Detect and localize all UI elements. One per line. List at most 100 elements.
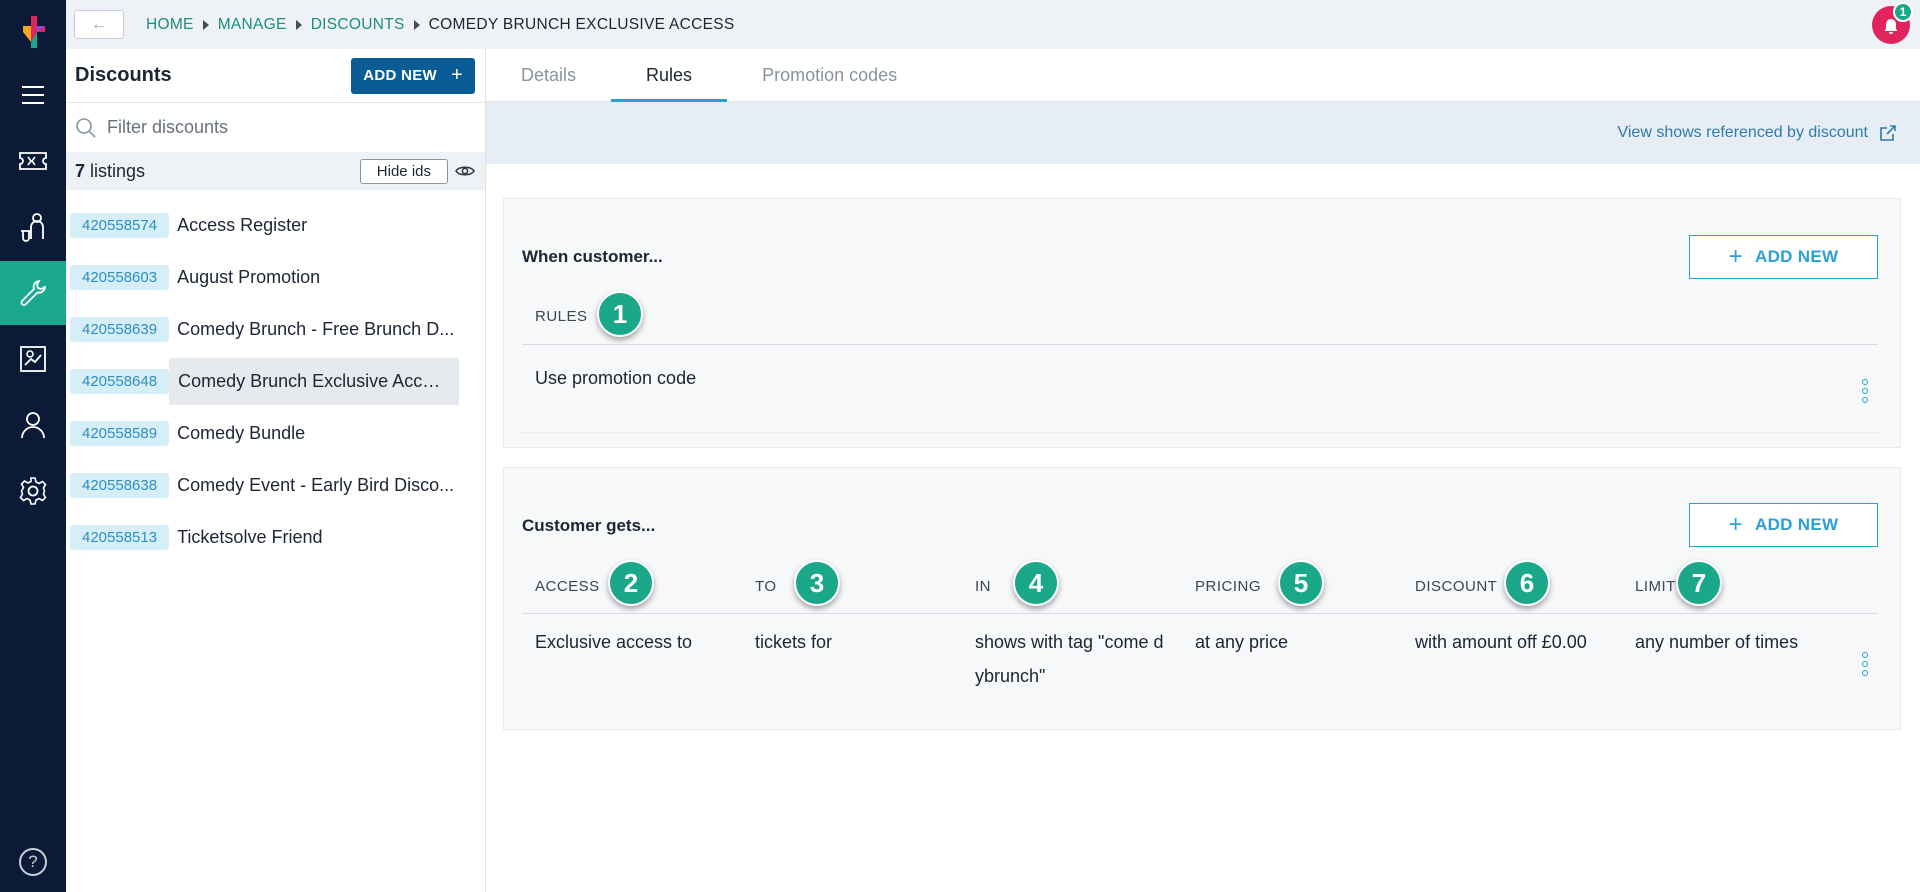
pricing-value: at any price bbox=[1195, 632, 1289, 652]
id-tag: 420558603 bbox=[70, 264, 170, 290]
tab-rules[interactable]: Rules bbox=[611, 49, 728, 102]
callout-badge: 7 bbox=[1676, 560, 1722, 606]
search-icon bbox=[76, 117, 96, 138]
divider bbox=[522, 432, 1878, 433]
item-name: Comedy Bundle bbox=[177, 422, 306, 443]
list-item[interactable]: 420558603 August Promotion bbox=[66, 251, 485, 303]
list-item[interactable]: 420558574 Access Register bbox=[66, 199, 485, 251]
tab-promotion-codes[interactable]: Promotion codes bbox=[762, 49, 897, 101]
id-tag: 420558574 bbox=[70, 212, 170, 238]
callout-badge: 4 bbox=[1013, 560, 1059, 606]
notification-bell-button[interactable]: 1 bbox=[1872, 2, 1913, 44]
app-logo[interactable] bbox=[19, 14, 47, 50]
rule-row: Use promotion code bbox=[535, 368, 697, 388]
access-value: Exclusive access to bbox=[535, 632, 693, 652]
breadcrumb: HOME MANAGE DISCOUNTS COMEDY BRUNCH EXCL… bbox=[146, 16, 735, 34]
settings-icon[interactable] bbox=[0, 459, 66, 523]
filter-bar bbox=[66, 102, 485, 152]
notification-count-badge: 1 bbox=[1893, 2, 1913, 22]
report-icon[interactable] bbox=[0, 327, 66, 391]
add-new-discount-button[interactable]: ADD NEW + bbox=[351, 57, 475, 94]
add-benefit-button[interactable]: + ADD NEW bbox=[1689, 503, 1878, 547]
limit-value: any number of times bbox=[1635, 632, 1799, 652]
hide-ids-button[interactable]: Hide ids bbox=[359, 158, 448, 184]
benefit-kebab-icon[interactable] bbox=[1860, 652, 1870, 676]
plus-icon: + bbox=[451, 64, 463, 86]
breadcrumb-discounts[interactable]: DISCOUNTS bbox=[311, 16, 405, 34]
limit-header: LIMIT bbox=[1635, 578, 1676, 595]
id-tag: 420558589 bbox=[70, 420, 170, 446]
breadcrumb-separator-icon bbox=[202, 19, 209, 30]
breadcrumb-manage[interactable]: MANAGE bbox=[218, 16, 287, 34]
to-header: TO bbox=[755, 578, 777, 595]
rules-header: RULES bbox=[535, 308, 588, 325]
back-button[interactable]: ← bbox=[74, 10, 124, 39]
divider bbox=[522, 613, 1878, 614]
listing-count-bar: 7 listings Hide ids bbox=[66, 152, 485, 190]
access-header: ACCESS bbox=[535, 578, 600, 595]
tab-details[interactable]: Details bbox=[521, 49, 576, 101]
discount-list: 420558574 Access Register 420558603 August… bbox=[66, 190, 485, 563]
wrench-icon[interactable] bbox=[0, 261, 66, 325]
rule-kebab-icon[interactable] bbox=[1860, 379, 1870, 403]
tab-bar: Details Rules Promotion codes bbox=[486, 49, 1920, 102]
breadcrumb-separator-icon bbox=[295, 19, 302, 30]
id-tag: 420558513 bbox=[70, 524, 170, 550]
add-new-label: ADD NEW bbox=[1755, 515, 1839, 534]
callout-badge: 3 bbox=[794, 560, 840, 606]
item-name: Comedy Event - Early Bird Disco... bbox=[177, 474, 455, 495]
callout-badge: 5 bbox=[1278, 560, 1324, 606]
to-value: tickets for bbox=[755, 632, 833, 652]
in-header: IN bbox=[975, 578, 991, 595]
customer-service-icon[interactable] bbox=[0, 195, 66, 259]
id-tag: 420558638 bbox=[70, 472, 170, 498]
list-item[interactable]: 420558638 Comedy Event - Early Bird Disco… bbox=[66, 459, 485, 511]
when-customer-card: When customer... + ADD NEW RULES 1 Use p… bbox=[503, 198, 1901, 448]
help-icon[interactable]: ? bbox=[19, 848, 47, 876]
eye-icon[interactable] bbox=[455, 164, 475, 178]
item-name: August Promotion bbox=[177, 266, 321, 287]
listing-count-label: listings bbox=[90, 160, 146, 181]
item-name: Ticketsolve Friend bbox=[177, 526, 323, 547]
id-tag: 420558639 bbox=[70, 316, 170, 342]
plus-icon: + bbox=[1728, 511, 1743, 538]
list-item-selected[interactable]: 420558648 Comedy Brunch Exclusive Access bbox=[66, 355, 485, 407]
filter-discounts-input[interactable] bbox=[107, 117, 467, 138]
back-arrow-icon: ← bbox=[91, 15, 107, 33]
plus-icon: + bbox=[1728, 243, 1743, 270]
item-name: Comedy Brunch Exclusive Access bbox=[169, 357, 460, 405]
item-name: Comedy Brunch - Free Brunch D... bbox=[177, 318, 455, 339]
add-new-label: ADD NEW bbox=[363, 67, 438, 84]
breadcrumb-home[interactable]: HOME bbox=[146, 16, 194, 34]
add-new-label: ADD NEW bbox=[1755, 247, 1839, 266]
main-content: Details Rules Promotion codes View shows… bbox=[486, 49, 1920, 892]
view-shows-label: View shows referenced by discount bbox=[1617, 124, 1868, 141]
callout-badge: 2 bbox=[608, 560, 654, 606]
list-item[interactable]: 420558513 Ticketsolve Friend bbox=[66, 511, 485, 563]
add-rule-button[interactable]: + ADD NEW bbox=[1689, 235, 1878, 279]
callout-badge: 1 bbox=[597, 291, 643, 337]
discount-header: DISCOUNT bbox=[1415, 578, 1498, 595]
view-shows-link[interactable]: View shows referenced by discount bbox=[1617, 123, 1898, 143]
user-icon[interactable] bbox=[0, 393, 66, 457]
breadcrumb-separator-icon bbox=[413, 19, 420, 30]
breadcrumb-current: COMEDY BRUNCH EXCLUSIVE ACCESS bbox=[428, 15, 735, 33]
top-bar: ← HOME MANAGE DISCOUNTS COMEDY BRUNCH EX… bbox=[66, 0, 1920, 49]
listing-count: 7 bbox=[75, 160, 86, 181]
list-item[interactable]: 420558639 Comedy Brunch - Free Brunch D..… bbox=[66, 303, 485, 355]
menu-icon[interactable] bbox=[0, 63, 66, 127]
pricing-header: PRICING bbox=[1195, 578, 1262, 595]
callout-badge: 6 bbox=[1504, 560, 1550, 606]
customer-gets-title: Customer gets... bbox=[522, 516, 656, 535]
info-bar: View shows referenced by discount bbox=[486, 102, 1920, 164]
ticket-icon[interactable] bbox=[0, 129, 66, 193]
list-item[interactable]: 420558589 Comedy Bundle bbox=[66, 407, 485, 459]
list-title: Discounts bbox=[75, 64, 172, 86]
in-value: shows with tag "come dybrunch" bbox=[975, 632, 1164, 686]
discount-list-panel: Discounts ADD NEW + 7 listings Hide ids … bbox=[66, 49, 486, 892]
customer-gets-card: Customer gets... + ADD NEW ACCESS 2 TO 3… bbox=[503, 467, 1901, 730]
help-label: ? bbox=[28, 852, 38, 871]
discount-value: with amount off £0.00 bbox=[1415, 632, 1587, 652]
item-name: Access Register bbox=[177, 214, 308, 235]
divider bbox=[522, 344, 1878, 345]
